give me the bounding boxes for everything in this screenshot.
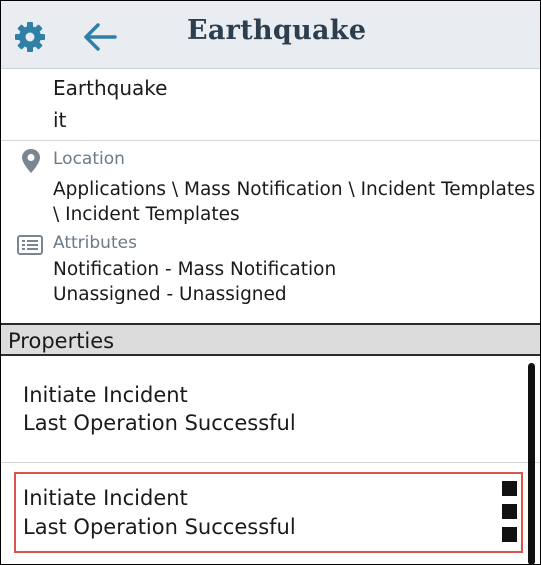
properties-label: Properties — [8, 329, 115, 353]
attribute-line: Notification - Mass Notification — [53, 259, 337, 280]
divider — [1, 140, 540, 141]
location-value: Applications \ Mass Notification \ Incid… — [53, 179, 536, 225]
properties-section-header: Properties — [1, 323, 540, 356]
attributes-label: Attributes — [53, 233, 137, 253]
drag-handle-icon[interactable] — [502, 481, 517, 496]
object-subtitle: it — [53, 108, 67, 132]
app-frame: Earthquake Earthquake it Location Applic… — [0, 0, 541, 565]
back-arrow-icon[interactable] — [81, 20, 119, 54]
page-title: Earthquake — [187, 15, 367, 46]
drag-handle-icon[interactable] — [502, 504, 517, 519]
selection-highlight — [14, 472, 523, 553]
object-name: Earthquake — [53, 76, 168, 100]
attribute-line: Unassigned - Unassigned — [53, 284, 287, 305]
divider — [1, 462, 540, 463]
property-status: Last Operation Successful — [23, 411, 296, 435]
property-title: Initiate Incident — [23, 383, 188, 407]
property-list-item[interactable]: Initiate Incident Last Operation Success… — [1, 361, 540, 462]
header-bar: Earthquake — [1, 1, 540, 69]
location-label: Location — [53, 149, 125, 169]
list-icon — [17, 235, 43, 255]
gear-icon[interactable] — [13, 20, 47, 54]
drag-handle-icon[interactable] — [502, 527, 517, 542]
scrollbar[interactable] — [528, 363, 535, 564]
map-pin-icon — [21, 148, 41, 174]
